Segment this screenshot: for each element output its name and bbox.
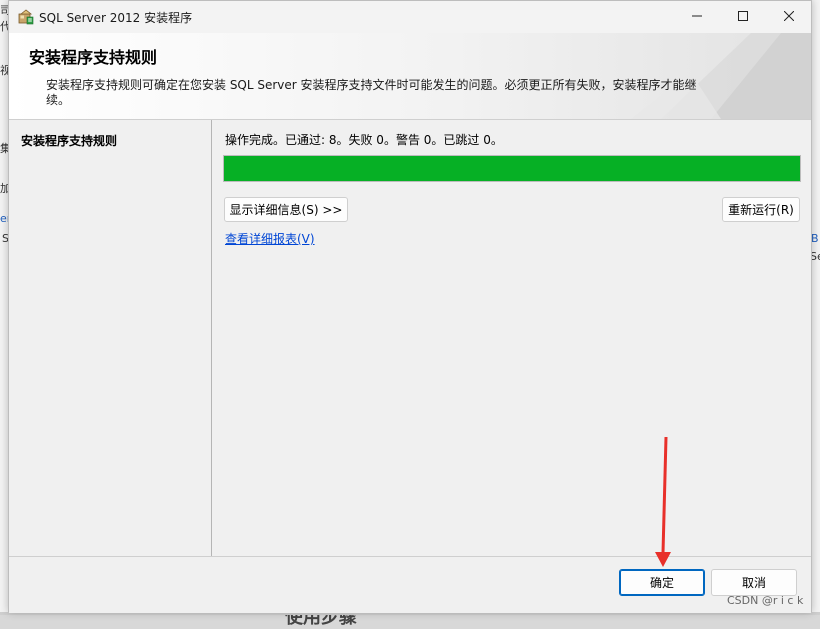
- operation-status: 操作完成。已通过: 8。失败 0。警告 0。已跳过 0。: [225, 133, 503, 147]
- progress-fill: [224, 156, 800, 181]
- window-title: SQL Server 2012 安装程序: [39, 11, 193, 25]
- show-details-button[interactable]: 显示详细信息(S) >>: [224, 197, 348, 222]
- rerun-button[interactable]: 重新运行(R): [722, 197, 800, 222]
- minimize-button[interactable]: [674, 1, 720, 33]
- close-button[interactable]: [766, 1, 812, 33]
- minimize-icon: [692, 9, 702, 25]
- maximize-button[interactable]: [720, 1, 766, 33]
- page-header: 安装程序支持规则 安装程序支持规则可确定在您安装 SQL Server 安装程序…: [9, 33, 811, 120]
- background-window-left: [0, 0, 8, 615]
- maximize-icon: [738, 9, 748, 25]
- page-description: 安装程序支持规则可确定在您安装 SQL Server 安装程序支持文件时可能发生…: [46, 78, 697, 107]
- page-title: 安装程序支持规则: [29, 48, 158, 67]
- footer: 确定 取消: [9, 556, 811, 613]
- watermark: CSDN @r i c k: [727, 594, 804, 607]
- step-navigation: 安装程序支持规则: [9, 120, 212, 556]
- title-bar[interactable]: SQL Server 2012 安装程序: [9, 1, 811, 33]
- close-icon: [783, 9, 795, 25]
- ok-button[interactable]: 确定: [619, 569, 705, 596]
- cancel-button[interactable]: 取消: [711, 569, 797, 596]
- view-report-link[interactable]: 查看详细报表(V): [225, 230, 315, 247]
- background-window-right: [812, 0, 820, 615]
- progress-bar: [223, 155, 801, 182]
- background-text: B: [811, 232, 819, 245]
- step-item-support-rules[interactable]: 安装程序支持规则: [21, 132, 117, 149]
- main-content: 操作完成。已通过: 8。失败 0。警告 0。已跳过 0。 显示详细信息(S) >…: [212, 120, 811, 556]
- setup-window: SQL Server 2012 安装程序 安装程序支持规则 安装程序支持规则可确…: [8, 0, 812, 613]
- sql-server-setup-icon: [18, 9, 34, 25]
